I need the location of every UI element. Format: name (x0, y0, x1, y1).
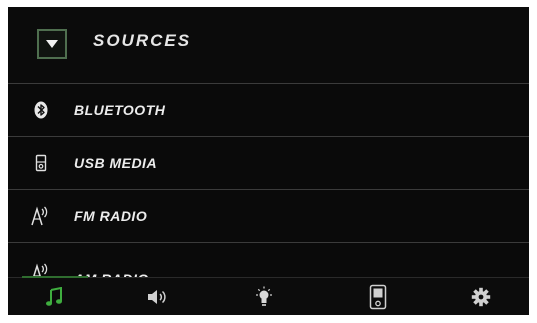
gear-icon (471, 287, 491, 307)
light-bulb-icon (256, 286, 272, 306)
source-label: USB MEDIA (74, 155, 158, 171)
bluetooth-icon (30, 99, 52, 121)
page-title: SOURCES (93, 31, 192, 50)
nav-music-button[interactable] (32, 282, 76, 312)
usb-media-icon (30, 152, 52, 174)
source-label: BLUETOOTH (74, 102, 166, 118)
active-tab-indicator (22, 276, 88, 278)
nav-settings-button[interactable] (459, 282, 503, 312)
nav-audio-button[interactable] (135, 282, 179, 312)
sources-list: BLUETOOTH USB MEDIA FM RADIO (8, 83, 529, 295)
header: SOURCES (8, 7, 529, 83)
source-item-fm-radio[interactable]: FM RADIO (8, 190, 529, 242)
nav-lighting-button[interactable] (242, 282, 286, 312)
source-item-usb-media[interactable]: USB MEDIA (8, 137, 529, 189)
nav-media-player-button[interactable] (356, 282, 400, 312)
source-item-bluetooth[interactable]: BLUETOOTH (8, 84, 529, 136)
bottom-nav-bar (8, 276, 529, 315)
sources-screen: SOURCES BLUETOOTH USB MEDIA FM RADIO (8, 7, 529, 315)
media-player-device-icon (369, 284, 387, 310)
radio-antenna-icon (30, 205, 52, 227)
music-note-icon (46, 287, 62, 306)
triangle-down-icon (46, 40, 58, 48)
sources-dropdown-toggle[interactable] (37, 29, 67, 59)
source-label: FM RADIO (74, 208, 148, 224)
speaker-volume-icon (148, 290, 166, 304)
